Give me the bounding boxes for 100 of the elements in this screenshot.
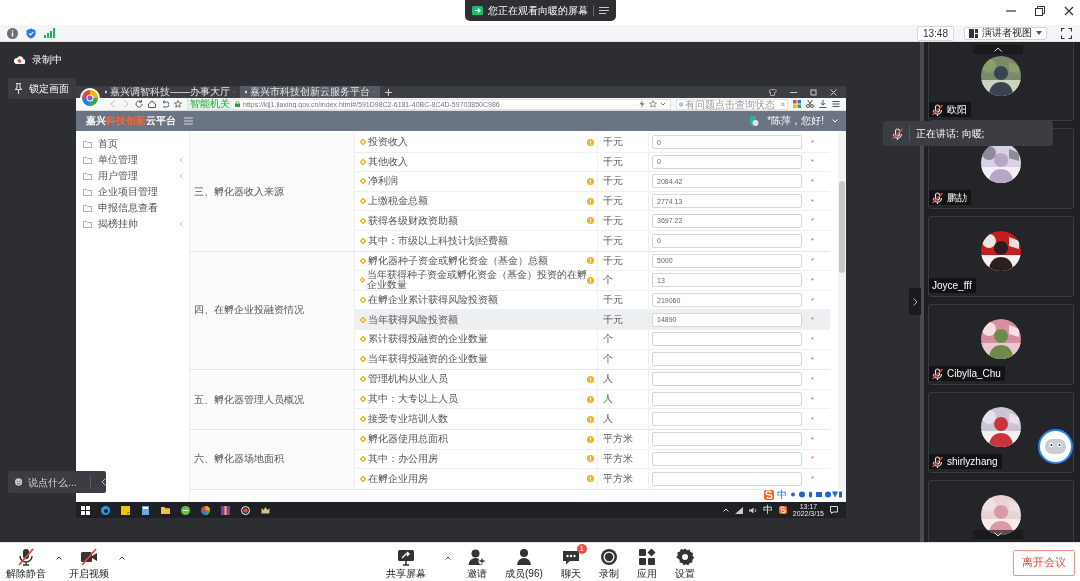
section-title: 四、在孵企业投融资情况	[194, 303, 304, 318]
input-field[interactable]	[652, 432, 802, 447]
user-icon[interactable]	[749, 115, 760, 127]
participant-tile[interactable]: Joyce_fff	[928, 216, 1074, 297]
unit-label: 千元	[603, 293, 623, 308]
edge-icon[interactable]	[101, 505, 110, 515]
search-field[interactable]: 有问题点击查询状态	[676, 98, 788, 110]
notification-icon[interactable]	[830, 506, 838, 514]
user-greeting[interactable]: *陈萍，您好!	[767, 114, 824, 128]
muted-mic-icon	[932, 103, 943, 116]
caret-up-icon[interactable]	[722, 508, 729, 512]
field-label: 其中：办公用房	[368, 453, 438, 464]
robot-icon[interactable]	[1038, 429, 1073, 464]
shirt-icon[interactable]	[769, 88, 777, 96]
record-icon[interactable]	[241, 505, 250, 515]
input-field[interactable]	[652, 392, 802, 406]
plus-icon[interactable]	[385, 88, 392, 96]
muted-mic-icon	[892, 127, 903, 140]
download-icon[interactable]	[819, 100, 827, 108]
sidebar-item[interactable]: 揭榜挂帅	[76, 216, 189, 232]
chevron-up-icon	[994, 47, 1002, 52]
screen-icon	[471, 6, 483, 15]
participant-tile[interactable]	[928, 480, 1074, 542]
microphone-button[interactable]: 解除静音	[4, 544, 51, 581]
circle-app-icon[interactable]	[181, 505, 190, 515]
unit-label: 人	[603, 372, 613, 387]
scissors-icon[interactable]	[806, 100, 814, 108]
sidebar-item[interactable]: 单位管理	[76, 152, 189, 168]
unit-label: 人	[603, 412, 613, 427]
grid-icon[interactable]	[793, 100, 801, 108]
info-icon[interactable]	[7, 27, 18, 39]
leave-meeting-button[interactable]: 离开会议	[1013, 549, 1075, 576]
restore-icon[interactable]	[1035, 6, 1045, 16]
emoji-icon[interactable]	[15, 477, 23, 487]
reload-icon[interactable]	[135, 100, 143, 108]
network-icon[interactable]	[734, 506, 743, 514]
browser-icon[interactable]	[201, 505, 210, 515]
camera-button[interactable]: 开启视频	[67, 544, 114, 581]
sidebar-item[interactable]: 申报信息查看	[76, 200, 189, 216]
record-button[interactable]: 录制	[596, 544, 624, 581]
diamond-icon	[359, 415, 367, 424]
browser-tab[interactable]: 嘉兴调智科技——办事大厅	[100, 86, 240, 98]
input-method-indicator[interactable]: 中	[762, 504, 773, 516]
sticky-note-icon[interactable]	[121, 505, 130, 515]
speaker-icon[interactable]	[748, 506, 757, 514]
diamond-icon	[359, 395, 367, 403]
apps-button[interactable]: 应用	[634, 544, 662, 581]
name-tag: shirlyzhang	[929, 454, 1002, 469]
section-title: 六、孵化器场地面积	[194, 452, 284, 467]
unit-label: 千元	[603, 135, 623, 150]
star-icon[interactable]	[649, 100, 657, 108]
input-field[interactable]	[652, 471, 802, 486]
undo-icon[interactable]	[161, 100, 169, 108]
security-label: 智能机关	[188, 99, 232, 109]
unit-label: 平方米	[603, 432, 633, 447]
input-field[interactable]	[652, 412, 802, 427]
ime-tools-icon	[790, 491, 842, 498]
star-icon[interactable]	[174, 100, 182, 108]
settings-button[interactable]: 设置	[672, 544, 700, 581]
screen-share-button[interactable]: 共享屏幕	[384, 544, 431, 581]
caret-down-icon[interactable]	[660, 102, 666, 106]
input-field[interactable]	[652, 352, 802, 367]
signal-icon[interactable]	[44, 28, 55, 38]
input-field[interactable]	[652, 372, 802, 387]
muted-mic-icon	[932, 191, 943, 204]
name-tag: Cibylla_Chu	[929, 366, 1005, 381]
lightning-icon[interactable]	[638, 100, 646, 108]
sidebar-item[interactable]: 企业项目管理	[76, 184, 189, 200]
diamond-icon	[359, 256, 367, 265]
sidebar-item[interactable]: 用户管理	[76, 168, 189, 184]
folder-icon[interactable]	[161, 505, 170, 515]
browser-tab[interactable]: 嘉兴市科技创新云服务平台	[240, 86, 380, 98]
fullscreen-icon[interactable]	[1061, 27, 1072, 39]
settings-icon	[675, 548, 694, 566]
sidebar-item[interactable]: 首页	[76, 136, 189, 152]
menu-icon[interactable]	[832, 100, 840, 108]
calculator-icon[interactable]	[141, 505, 150, 515]
input-field[interactable]	[652, 332, 802, 347]
lock-screen-button[interactable]: 锁定画面	[8, 78, 76, 99]
participant-tile[interactable]: 欧阳	[928, 42, 1074, 121]
participant-tile[interactable]: Cibylla_Chu	[928, 304, 1074, 385]
search-icon	[781, 100, 785, 108]
input-field[interactable]	[652, 451, 802, 466]
crown-icon[interactable]	[261, 505, 270, 515]
add-person-button[interactable]: 邀请	[465, 544, 492, 581]
scrollbar[interactable]	[838, 131, 846, 502]
chat-input[interactable]: 说点什么...	[28, 476, 85, 488]
chat-button[interactable]: 聊天 1	[558, 544, 586, 581]
view-mode-button[interactable]: 演讲者视图	[964, 26, 1047, 40]
home-icon[interactable]	[148, 100, 156, 108]
archive-icon[interactable]	[221, 505, 230, 515]
person-button[interactable]: 成员(96)	[503, 544, 548, 581]
sogou-icon[interactable]	[778, 506, 787, 514]
participant-tile[interactable]: shirlyzhang	[928, 392, 1074, 473]
chat-field[interactable]: 说点什么...	[8, 471, 106, 493]
caret-up-icon	[56, 555, 62, 560]
shield-icon[interactable]	[26, 27, 36, 39]
close-icon[interactable]	[1064, 6, 1074, 16]
expand-button[interactable]	[909, 288, 921, 315]
windows-icon[interactable]	[81, 505, 90, 515]
